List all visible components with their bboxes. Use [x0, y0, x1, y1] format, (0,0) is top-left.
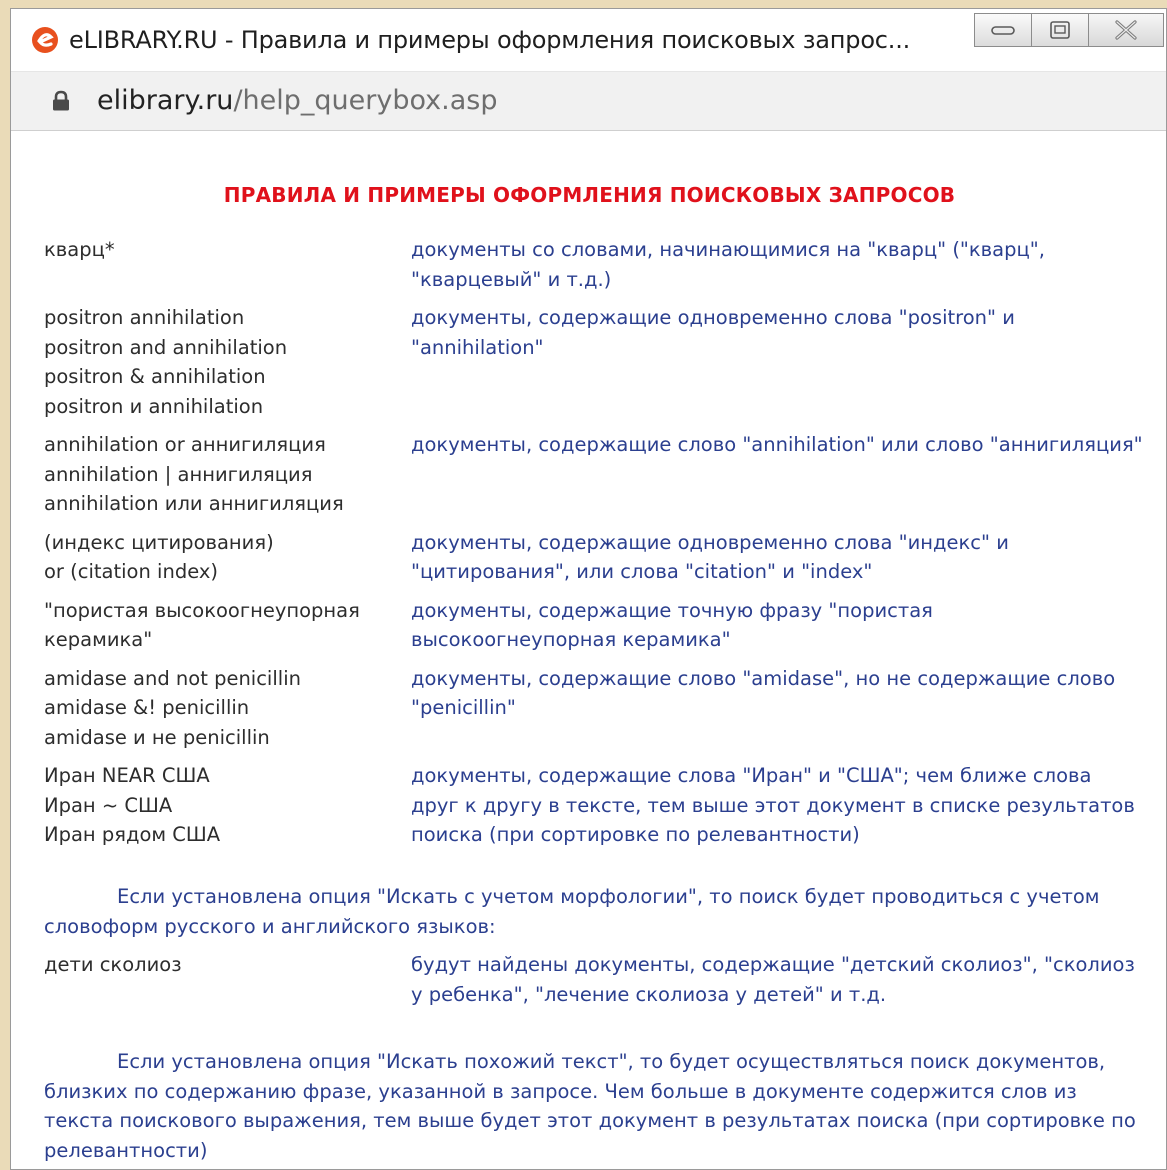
- rule-row: "пористая высокоогнеупорная керамика" доку…: [44, 596, 1144, 664]
- url-path: /help_querybox.asp: [233, 85, 498, 116]
- rules-table: кварц* документы со словами, начинающимис…: [44, 235, 1144, 859]
- rule-queries: Иран NEAR США Иран ~ США Иран рядом США: [44, 761, 411, 859]
- rule-queries: positron annihilation positron and annihi…: [44, 303, 411, 430]
- page-title: ПРАВИЛА И ПРИМЕРЫ ОФОРМЛЕНИЯ ПОИСКОВЫХ З…: [223, 183, 956, 207]
- rule-query: amidase and not penicillin: [44, 666, 301, 690]
- example-description: будут найдены документы, содержащие "дет…: [411, 953, 1135, 1006]
- url-field[interactable]: elibrary.ru/help_querybox.asp: [97, 85, 497, 116]
- rule-row: Иран NEAR США Иран ~ США Иран рядом США док…: [44, 761, 1144, 859]
- rule-query: positron annihilation: [44, 306, 245, 329]
- rule-queries: кварц*: [44, 235, 411, 303]
- rule-query: positron и annihilation: [44, 394, 264, 418]
- rule-query: "пористая высокоогнеупорная: [44, 598, 360, 622]
- rule-query: amidase &! penicillin: [44, 696, 250, 719]
- rule-query: Иран ~ США: [44, 793, 173, 817]
- rule-description: документы, содержащие слово "amidase", н…: [411, 666, 1116, 720]
- rule-query: positron and annihilation: [44, 335, 288, 359]
- morphology-note-text: Если установлена опция "Искать с учетом …: [44, 885, 1100, 938]
- similar-text-note: Если установлена опция "Искать похожий т…: [44, 1047, 1139, 1165]
- rule-query: (индекс цитирования): [44, 530, 274, 554]
- example-row: дети сколиоз будут найдены документы, со…: [44, 950, 1144, 1009]
- rule-query: positron & annihilation: [44, 365, 266, 388]
- rule-description: документы со словами, начинающимися на "…: [411, 238, 1045, 291]
- rule-row: positron annihilation positron and annihi…: [44, 303, 1144, 430]
- maximize-button[interactable]: [1031, 13, 1089, 47]
- similar-note-text: Если установлена опция "Искать похожий т…: [44, 1050, 1136, 1162]
- rule-query: кварц*: [44, 238, 115, 261]
- rule-query: or (citation index): [44, 560, 218, 583]
- rule-query: Иран рядом США: [44, 823, 221, 846]
- rule-row: annihilation or аннигиляция annihilation …: [44, 430, 1144, 528]
- rule-queries: "пористая высокоогнеупорная керамика": [44, 596, 411, 664]
- address-bar[interactable]: elibrary.ru/help_querybox.asp: [11, 72, 1166, 131]
- close-button[interactable]: [1088, 13, 1164, 47]
- window-controls: [974, 13, 1164, 49]
- rule-row: (индекс цитирования) or (citation index) д…: [44, 528, 1144, 596]
- browser-window: eLIBRARY.RU - Правила и примеры оформлен…: [10, 8, 1167, 1170]
- rule-query: annihilation | аннигиляция: [44, 462, 313, 486]
- page-content: ПРАВИЛА И ПРИМЕРЫ ОФОРМЛЕНИЯ ПОИСКОВЫХ З…: [11, 131, 1166, 1169]
- example-query: дети сколиоз: [44, 953, 182, 976]
- elibrary-logo-icon: [32, 27, 58, 53]
- rule-query: annihilation or аннигиляция: [44, 433, 326, 456]
- rule-queries: amidase and not penicillin amidase &! pen…: [44, 664, 411, 762]
- minimize-button[interactable]: [974, 13, 1032, 47]
- title-bar[interactable]: eLIBRARY.RU - Правила и примеры оформлен…: [11, 9, 1166, 72]
- close-icon: [1115, 20, 1137, 40]
- rule-query: amidase и не penicillin: [44, 725, 270, 749]
- lock-icon: [53, 90, 69, 111]
- rule-description: документы, содержащие одновременно слова…: [411, 530, 1009, 584]
- window-title: eLIBRARY.RU - Правила и примеры оформлен…: [69, 26, 911, 54]
- rule-description: документы, содержащие слова "Иран" и "СШ…: [411, 764, 1135, 846]
- rule-description: документы, содержащие слово "annihilatio…: [411, 433, 1143, 456]
- rule-row: amidase and not penicillin amidase &! pen…: [44, 664, 1144, 762]
- rule-queries: annihilation or аннигиляция annihilation …: [44, 430, 411, 528]
- morphology-note: Если установлена опция "Искать с учетом …: [44, 882, 1139, 941]
- morphology-example: дети сколиоз будут найдены документы, со…: [44, 950, 1144, 1009]
- url-host: elibrary.ru: [97, 85, 234, 116]
- rule-query: annihilation или аннигиляция: [44, 492, 344, 515]
- minimize-icon: [991, 26, 1015, 35]
- maximize-icon: [1050, 21, 1070, 39]
- rule-query: Иран NEAR США: [44, 764, 210, 787]
- rule-row: кварц* документы со словами, начинающимис…: [44, 235, 1144, 303]
- rule-description: документы, содержащие точную фразу "пори…: [411, 598, 933, 652]
- rule-query: керамика": [44, 628, 153, 651]
- rule-description: документы, содержащие одновременно слова…: [411, 306, 1015, 359]
- rule-queries: (индекс цитирования) or (citation index): [44, 528, 411, 596]
